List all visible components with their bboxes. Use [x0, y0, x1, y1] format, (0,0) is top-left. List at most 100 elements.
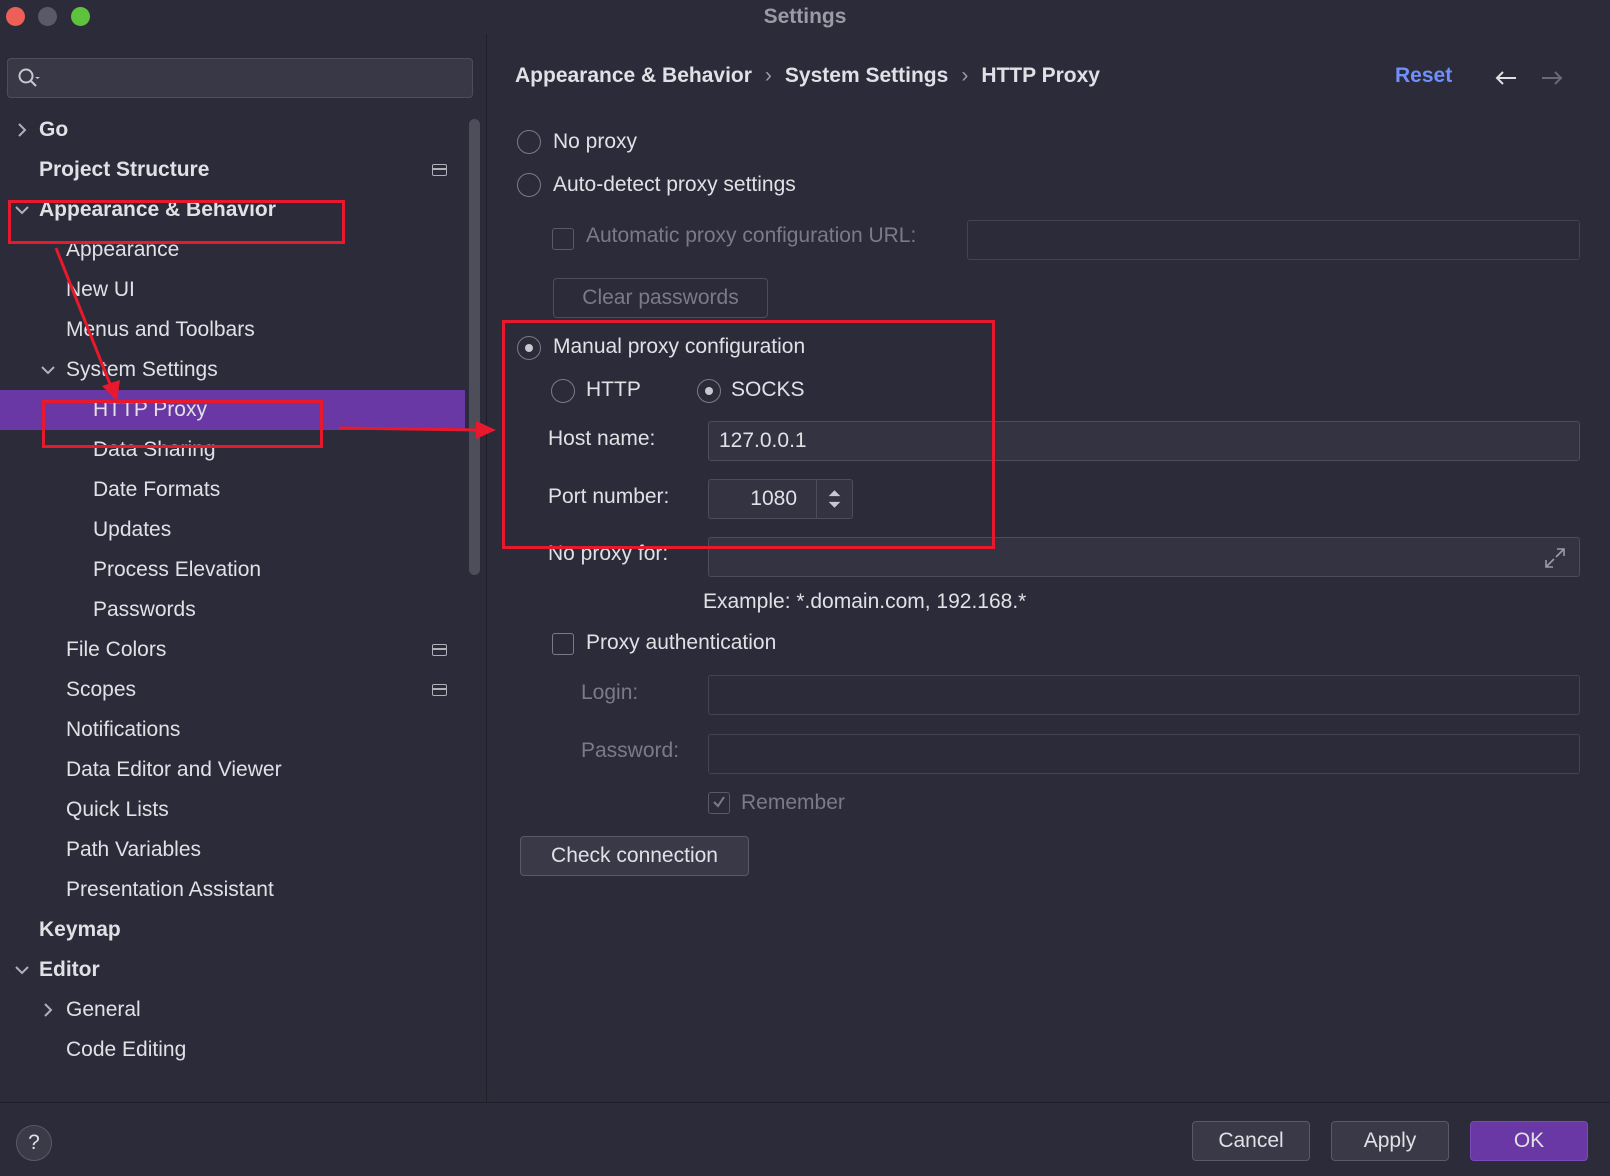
sidebar-item-label: Keymap	[39, 918, 121, 941]
sidebar-item-label: Data Editor and Viewer	[66, 758, 282, 781]
breadcrumb-item[interactable]: Appearance & Behavior	[515, 64, 752, 87]
ok-button[interactable]: OK	[1470, 1121, 1588, 1161]
sidebar-item-general[interactable]: General	[0, 990, 465, 1030]
sidebar-item-menus-toolbars[interactable]: Menus and Toolbars	[0, 310, 465, 350]
http-label: HTTP	[586, 378, 641, 401]
sidebar-item-go[interactable]: Go	[0, 110, 465, 150]
sidebar-item-label: Code Editing	[66, 1038, 187, 1061]
manual-proxy-label: Manual proxy configuration	[553, 335, 806, 358]
settings-content: Appearance & Behavior › System Settings › HT…	[488, 34, 1610, 1102]
example-hint: Example: *.domain.com, 192.168.*	[703, 590, 1027, 613]
sidebar-item-label: New UI	[66, 278, 135, 301]
auto-proxy-url-label: Automatic proxy configuration URL:	[586, 224, 917, 247]
sidebar-item-label: Quick Lists	[66, 798, 169, 821]
sidebar-item-label: Process Elevation	[93, 558, 262, 581]
sidebar-item-appearance-behavior[interactable]: Appearance & Behavior	[0, 190, 465, 230]
settings-sidebar: Go Project Structure Appearance & Behavi…	[0, 34, 487, 1102]
auto-proxy-url-checkbox[interactable]	[552, 228, 574, 250]
sidebar-item-quick-lists[interactable]: Quick Lists	[0, 790, 465, 830]
login-label: Login:	[581, 681, 639, 704]
auto-proxy-url-input[interactable]	[967, 220, 1580, 260]
auto-detect-label: Auto-detect proxy settings	[553, 173, 796, 196]
port-number-stepper[interactable]: 1080	[708, 479, 853, 519]
manual-proxy-radio[interactable]	[517, 336, 541, 360]
sidebar-item-passwords[interactable]: Passwords	[0, 590, 465, 630]
sidebar-item-project-structure[interactable]: Project Structure	[0, 150, 465, 190]
breadcrumb-item: HTTP Proxy	[981, 64, 1100, 87]
expand-icon[interactable]	[1543, 546, 1567, 570]
sidebar-item-label: HTTP Proxy	[93, 398, 207, 421]
sidebar-item-path-variables[interactable]: Path Variables	[0, 830, 465, 870]
cancel-button[interactable]: Cancel	[1192, 1121, 1310, 1161]
reset-link[interactable]: Reset	[1395, 64, 1452, 88]
chevron-down-icon	[15, 206, 29, 215]
sidebar-item-label: Path Variables	[66, 838, 202, 861]
socks-label: SOCKS	[731, 378, 805, 401]
sidebar-item-notifications[interactable]: Notifications	[0, 710, 465, 750]
chevron-right-icon	[18, 123, 27, 137]
help-button[interactable]: ?	[16, 1125, 52, 1161]
sidebar-item-code-editing[interactable]: Code Editing	[0, 1030, 465, 1070]
sidebar-item-label: Menus and Toolbars	[66, 318, 255, 341]
password-label: Password:	[581, 739, 680, 762]
clear-passwords-button[interactable]: Clear passwords	[553, 278, 768, 318]
sidebar-scrollbar[interactable]	[469, 119, 480, 575]
sidebar-item-system-settings[interactable]: System Settings	[0, 350, 465, 390]
port-number-value: 1080	[750, 487, 797, 510]
sidebar-item-appearance[interactable]: Appearance	[0, 230, 465, 270]
sidebar-item-file-colors[interactable]: File Colors	[0, 630, 465, 670]
search-icon	[18, 68, 40, 87]
no-proxy-radio[interactable]	[517, 130, 541, 154]
http-radio[interactable]	[551, 379, 575, 403]
login-input[interactable]	[708, 675, 1580, 715]
remember-label: Remember	[741, 791, 845, 814]
sidebar-item-process-elevation[interactable]: Process Elevation	[0, 550, 465, 590]
sidebar-item-new-ui[interactable]: New UI	[0, 270, 465, 310]
sidebar-item-label: Passwords	[93, 598, 196, 621]
sidebar-item-keymap[interactable]: Keymap	[0, 910, 465, 950]
window-title: Settings	[763, 5, 847, 28]
no-proxy-label: No proxy	[553, 130, 638, 153]
project-level-icon	[432, 164, 447, 176]
sidebar-item-label: File Colors	[66, 638, 167, 661]
arrow-right-icon[interactable]	[1541, 70, 1563, 86]
stepper-arrows-icon[interactable]	[816, 480, 852, 518]
sidebar-item-label: Appearance	[66, 238, 180, 261]
sidebar-item-presentation-assistant[interactable]: Presentation Assistant	[0, 870, 465, 910]
proxy-auth-label: Proxy authentication	[586, 631, 777, 654]
checkmark-icon	[713, 796, 725, 808]
search-input[interactable]	[7, 58, 473, 98]
chevron-right-icon	[44, 1003, 53, 1017]
chevron-down-icon	[41, 366, 55, 375]
breadcrumb: Appearance & Behavior › System Settings › HT…	[515, 64, 1100, 88]
sidebar-item-editor[interactable]: Editor	[0, 950, 465, 990]
sidebar-item-label: Data Sharing	[93, 438, 216, 461]
auto-detect-radio[interactable]	[517, 173, 541, 197]
dialog-footer: ? Cancel Apply OK	[0, 1102, 1610, 1176]
arrow-left-icon[interactable]	[1495, 70, 1517, 86]
port-number-label: Port number:	[548, 485, 670, 508]
sidebar-item-scopes[interactable]: Scopes	[0, 670, 465, 710]
project-level-icon	[432, 644, 447, 656]
sidebar-item-updates[interactable]: Updates	[0, 510, 465, 550]
sidebar-item-label: Updates	[93, 518, 172, 541]
remember-checkbox[interactable]	[708, 792, 730, 814]
breadcrumb-item[interactable]: System Settings	[785, 64, 948, 87]
apply-button[interactable]: Apply	[1331, 1121, 1449, 1161]
sidebar-item-data-sharing[interactable]: Data Sharing	[0, 430, 465, 470]
check-connection-button[interactable]: Check connection	[520, 836, 749, 876]
host-name-input[interactable]: 127.0.0.1	[708, 421, 1580, 461]
sidebar-item-http-proxy[interactable]: HTTP Proxy	[0, 390, 465, 430]
no-proxy-for-input[interactable]	[708, 537, 1580, 577]
host-name-label: Host name:	[548, 427, 656, 450]
sidebar-item-date-formats[interactable]: Date Formats	[0, 470, 465, 510]
breadcrumb-separator: ›	[961, 64, 969, 87]
chevron-down-icon	[15, 966, 29, 975]
sidebar-item-data-editor-viewer[interactable]: Data Editor and Viewer	[0, 750, 465, 790]
sidebar-item-label: Editor	[39, 958, 100, 981]
sidebar-item-label: System Settings	[66, 358, 218, 381]
socks-radio[interactable]	[697, 379, 721, 403]
proxy-auth-checkbox[interactable]	[552, 633, 574, 655]
sidebar-item-label: Appearance & Behavior	[39, 198, 276, 221]
password-input[interactable]	[708, 734, 1580, 774]
